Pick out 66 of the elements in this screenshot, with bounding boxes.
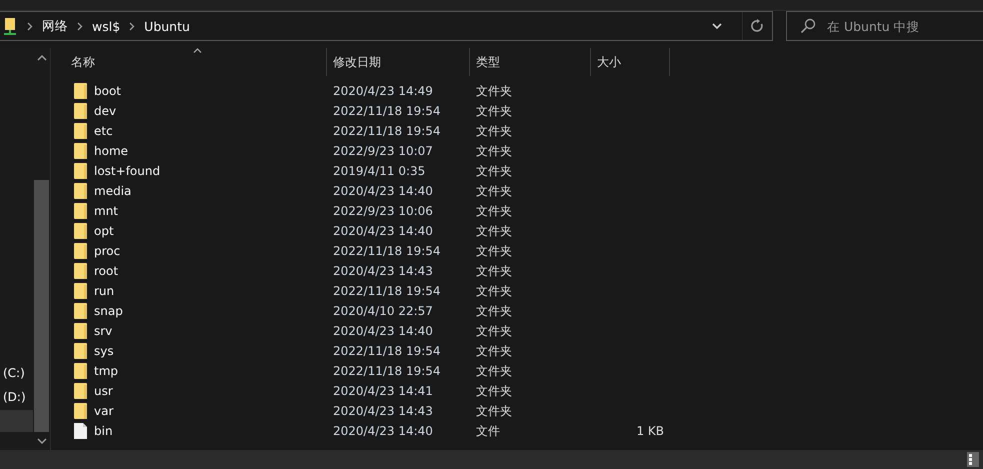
file-name[interactable]: mnt xyxy=(94,204,118,218)
modified-date: 2020/4/23 14:49 xyxy=(333,84,433,98)
file-type: 文件夹 xyxy=(476,122,512,140)
file-type: 文件夹 xyxy=(476,302,512,320)
file-type: 文件夹 xyxy=(476,382,512,400)
file-size: 1 KB xyxy=(636,424,664,438)
file-type: 文件夹 xyxy=(476,202,512,220)
modified-date: 2022/11/18 19:54 xyxy=(333,244,441,258)
file-name[interactable]: lost+found xyxy=(94,164,160,178)
file-name[interactable]: srv xyxy=(94,324,112,338)
file-name[interactable]: snap xyxy=(94,304,123,318)
column-header[interactable]: 名称 xyxy=(51,48,327,76)
modified-date: 2022/11/18 19:54 xyxy=(333,104,441,118)
file-name[interactable]: proc xyxy=(94,244,120,258)
nav-item[interactable]: (D:) xyxy=(0,386,33,408)
file-type: 文件夹 xyxy=(476,262,512,280)
breadcrumb-item[interactable]: 网络 xyxy=(42,18,68,34)
nav-item[interactable]: (C:) xyxy=(0,362,33,384)
address-bar[interactable]: 网络 wsl$ Ubuntu xyxy=(0,11,773,41)
modified-date: 2020/4/23 14:40 xyxy=(333,224,433,238)
modified-date: 2022/11/18 19:54 xyxy=(333,344,441,358)
file-name[interactable]: media xyxy=(94,184,132,198)
modified-date: 2020/4/23 14:41 xyxy=(333,384,433,398)
file-name[interactable]: dev xyxy=(94,104,116,118)
modified-date: 2020/4/23 14:43 xyxy=(333,264,433,278)
file-name[interactable]: sys xyxy=(94,344,114,358)
file-type: 文件 xyxy=(476,422,500,440)
file-type: 文件夹 xyxy=(476,82,512,100)
file-type: 文件夹 xyxy=(476,282,512,300)
modified-date: 2022/11/18 19:54 xyxy=(333,284,441,298)
file-type: 文件夹 xyxy=(476,342,512,360)
search-field[interactable]: 在 Ubuntu 中搜 xyxy=(786,11,983,41)
file-type: 文件夹 xyxy=(476,402,512,420)
file-name[interactable]: tmp xyxy=(94,364,118,378)
breadcrumb-item[interactable]: wsl$ xyxy=(92,18,120,34)
file-type: 文件夹 xyxy=(476,242,512,260)
file-name[interactable]: etc xyxy=(94,124,113,138)
file-name[interactable]: home xyxy=(94,144,128,158)
file-type: 文件夹 xyxy=(476,362,512,380)
column-header[interactable]: 修改日期 xyxy=(327,48,470,76)
modified-date: 2022/11/18 19:54 xyxy=(333,364,441,378)
breadcrumb-item[interactable]: Ubuntu xyxy=(144,18,190,34)
file-type: 文件夹 xyxy=(476,162,512,180)
modified-date: 2020/4/23 14:40 xyxy=(333,184,433,198)
file-name[interactable]: bin xyxy=(94,424,113,438)
file-name[interactable]: run xyxy=(94,284,114,298)
modified-date: 2020/4/10 22:57 xyxy=(333,304,433,318)
file-type: 文件夹 xyxy=(476,102,512,120)
file-name[interactable]: usr xyxy=(94,384,113,398)
file-type: 文件夹 xyxy=(476,222,512,240)
file-type: 文件夹 xyxy=(476,142,512,160)
modified-date: 2019/4/11 0:35 xyxy=(333,164,426,178)
column-header[interactable]: 大小 xyxy=(591,48,670,76)
modified-date: 2022/9/23 10:06 xyxy=(333,204,433,218)
column-header[interactable]: 类型 xyxy=(470,48,591,76)
file-type: 文件夹 xyxy=(476,182,512,200)
modified-date: 2022/11/18 19:54 xyxy=(333,124,441,138)
file-name[interactable]: var xyxy=(94,404,114,418)
file-name[interactable]: boot xyxy=(94,84,122,98)
file-name[interactable]: root xyxy=(94,264,118,278)
modified-date: 2020/4/23 14:40 xyxy=(333,424,433,438)
file-type: 文件夹 xyxy=(476,322,512,340)
modified-date: 2022/9/23 10:07 xyxy=(333,144,433,158)
modified-date: 2020/4/23 14:43 xyxy=(333,404,433,418)
modified-date: 2020/4/23 14:40 xyxy=(333,324,433,338)
file-name[interactable]: opt xyxy=(94,224,114,238)
